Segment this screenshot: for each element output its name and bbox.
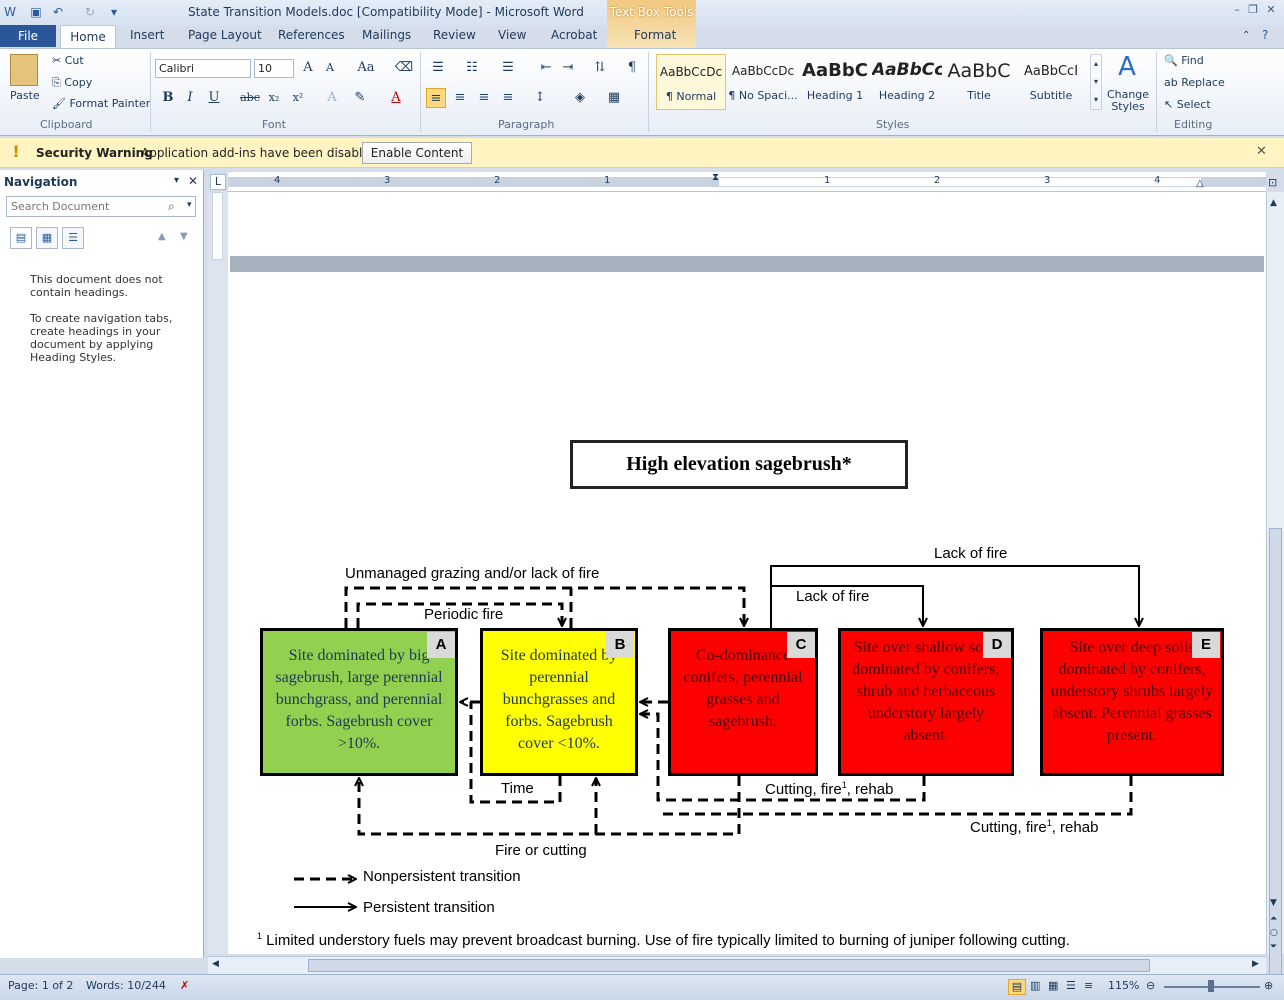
previous-page-icon[interactable]: ⏶ [1270, 914, 1277, 924]
arrow-a-to-c [344, 586, 744, 628]
diagram-title[interactable]: High elevation sagebrush* [570, 440, 908, 489]
label-cutting-text: Cutting, fire [970, 819, 1047, 836]
legend-persistent: Persistent transition [363, 899, 495, 916]
state-d-text: Site over shallow soils dominated by con… [852, 639, 1000, 744]
state-e-text: Site over deep soils dominated by conife… [1050, 639, 1214, 744]
arrow-e-to-b [658, 776, 1133, 816]
vertical-scrollbar[interactable]: ▲ ▼ ⏶ ○ ⏷ [1266, 192, 1284, 988]
state-a-badge: A [427, 632, 455, 658]
draft-icon[interactable]: ≡ [1084, 979, 1093, 992]
horizontal-scrollbar[interactable]: ◀ ▶ [208, 956, 1266, 974]
state-c-badge: C [787, 632, 815, 658]
scroll-left-icon[interactable]: ◀ [212, 959, 219, 969]
state-d-badge: D [983, 632, 1011, 658]
arrow-c-to-a [359, 776, 741, 836]
zoom-in-icon[interactable]: ⊕ [1264, 979, 1273, 992]
proofing-icon[interactable]: ✗ [180, 979, 189, 992]
label-rehab-text: , rehab [846, 781, 894, 798]
page-count[interactable]: Page: 1 of 2 [8, 979, 73, 992]
next-page-icon[interactable]: ⏷ [1270, 942, 1277, 952]
label-lack-of-fire: Lack of fire [796, 588, 870, 605]
full-screen-reading-icon[interactable]: ▥ [1030, 979, 1040, 992]
browse-object-icon[interactable]: ○ [1270, 928, 1278, 938]
outline-icon[interactable]: ☰ [1066, 979, 1076, 992]
state-b-text: Site dominated by perennial bunchgrasses… [500, 647, 618, 752]
scroll-up-icon[interactable]: ▲ [1270, 198, 1277, 208]
scroll-right-icon[interactable]: ▶ [1252, 959, 1259, 969]
state-e-badge: E [1192, 632, 1220, 658]
print-layout-icon[interactable]: ▤ [1008, 979, 1026, 995]
label-time: Time [501, 780, 534, 797]
label-periodic-fire: Periodic fire [424, 606, 504, 623]
diagram-arrows [294, 565, 1284, 1000]
state-b-badge: B [606, 632, 634, 658]
footnote-text: Limited understory fuels may prevent bro… [262, 932, 1070, 949]
zoom-out-icon[interactable]: ⊖ [1146, 979, 1155, 992]
label-cutting-fire-rehab-2: Cutting, fire1, rehab [970, 818, 1098, 836]
label-lack-of-fire-top: Lack of fire [934, 545, 1008, 562]
label-rehab-text: , rehab [1051, 819, 1099, 836]
zoom-slider-thumb[interactable] [1208, 980, 1214, 992]
label-fire-or-cutting: Fire or cutting [495, 842, 587, 859]
word-count[interactable]: Words: 10/244 [86, 979, 166, 992]
label-unmanaged-grazing: Unmanaged grazing and/or lack of fire [345, 565, 600, 582]
label-cutting-text: Cutting, fire [765, 781, 842, 798]
state-c-text: Co-dominance conifers, perennial grasses… [683, 647, 803, 730]
scroll-down-icon[interactable]: ▼ [1270, 898, 1277, 908]
footnote: 1 Limited understory fuels may prevent b… [257, 931, 1070, 949]
legend-nonpersistent: Nonpersistent transition [363, 868, 521, 885]
label-cutting-fire-rehab-1: Cutting, fire1, rehab [765, 780, 894, 798]
state-a-text: Site dominated by big sagebrush, large p… [275, 647, 443, 752]
horizontal-scroll-thumb[interactable] [308, 959, 1150, 972]
zoom-level[interactable]: 115% [1108, 979, 1139, 992]
web-layout-icon[interactable]: ▦ [1048, 979, 1058, 992]
